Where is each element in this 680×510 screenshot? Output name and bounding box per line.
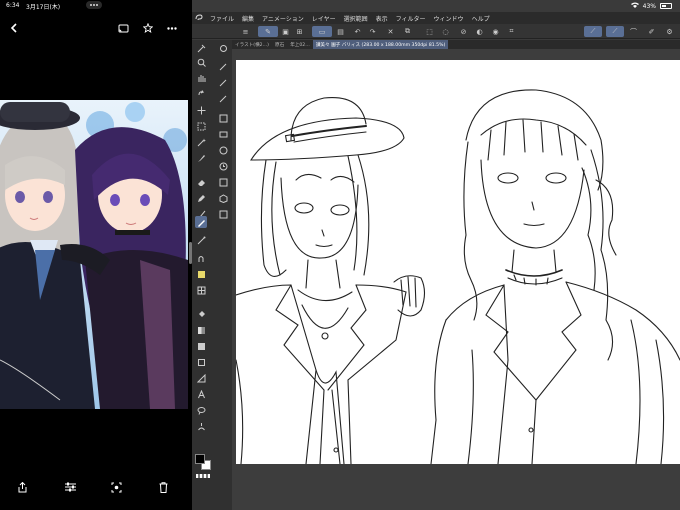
hand-tool-icon[interactable] <box>195 72 207 84</box>
folder-cmd-icon[interactable]: ▭ <box>312 26 332 37</box>
layer-panel-icon[interactable] <box>217 112 229 124</box>
layer-cmd-icon[interactable]: ▣ <box>280 26 291 37</box>
anime-illustration-photo[interactable] <box>0 100 188 409</box>
pencil-sub-icon[interactable] <box>217 76 229 88</box>
status-date: 3月17日(木) <box>26 4 61 11</box>
vector-icon[interactable]: ⌒ <box>628 26 639 37</box>
tool-palette <box>192 40 232 510</box>
tab-1[interactable]: イラスト(横2…) <box>232 40 272 49</box>
lens-icon[interactable] <box>109 480 123 494</box>
tab-3[interactable]: 年上02… <box>287 40 313 49</box>
sub-view-icon[interactable] <box>217 208 229 220</box>
battery-icon <box>660 3 672 9</box>
select-tool-icon[interactable] <box>195 120 207 132</box>
multitasking-dots[interactable] <box>86 1 102 9</box>
save-icon[interactable]: ▤ <box>335 26 346 37</box>
undo-icon[interactable]: ↶ <box>352 26 363 37</box>
hamburger-menu-icon[interactable]: ≡ <box>240 26 251 37</box>
wifi-icon <box>630 2 639 10</box>
magic-wand-tool-icon[interactable] <box>195 136 207 148</box>
drawing-app: ファイル 編集 アニメーション レイヤー 選択範囲 表示 フィルター ウィンドウ… <box>192 0 680 510</box>
menu-file[interactable]: ファイル <box>206 14 238 23</box>
balloon-tool-icon[interactable] <box>195 404 207 416</box>
crop-icon[interactable]: ⌗ <box>506 26 517 37</box>
transparent-color-icon[interactable] <box>196 474 210 478</box>
airbrush-tool-icon[interactable] <box>195 216 207 228</box>
menu-selection[interactable]: 選択範囲 <box>340 14 372 23</box>
menu-window[interactable]: ウィンドウ <box>430 14 468 23</box>
deselect-icon[interactable]: ⊘ <box>458 26 469 37</box>
command-bar: ≡ ✎ ▣ ⊞ ▭ ▤ ↶ ↷ ✕ ⧉ ⬚ ◌ ⊘ ◐ ◉ ⌗ ⟋ ⟋ ⌒ ✐ … <box>192 24 680 39</box>
menu-edit[interactable]: 編集 <box>238 14 258 23</box>
adjust-icon[interactable] <box>63 480 77 494</box>
status-bar: 6:34 3月17日(木) 43% <box>0 0 680 12</box>
menu-layer[interactable]: レイヤー <box>308 14 340 23</box>
3d-icon[interactable] <box>217 192 229 204</box>
eraser-tool-icon[interactable] <box>195 176 207 188</box>
menu-help[interactable]: ヘルプ <box>468 14 494 23</box>
share-icon[interactable] <box>16 480 28 494</box>
brush-cmd-icon[interactable]: ✎ <box>258 26 278 37</box>
redo-icon[interactable]: ↷ <box>367 26 378 37</box>
app-logo-icon[interactable] <box>192 12 206 24</box>
battery-percent: 43% <box>642 2 656 10</box>
frame-tool-icon[interactable] <box>195 340 207 352</box>
tab-2[interactable]: 原石 <box>272 40 287 49</box>
status-time: 6:34 <box>6 2 20 9</box>
navigator-icon[interactable] <box>217 128 229 140</box>
ruler-snap-icon[interactable]: ⟋ <box>584 26 602 37</box>
menu-filter[interactable]: フィルター <box>392 14 430 23</box>
text-tool-icon[interactable] <box>195 388 207 400</box>
drawing-canvas[interactable] <box>236 60 680 464</box>
menu-animation[interactable]: アニメーション <box>258 14 308 23</box>
correction-tool-icon[interactable] <box>195 420 207 432</box>
sub-tool-icon[interactable] <box>217 42 229 54</box>
pencil-tool-icon[interactable] <box>195 192 207 204</box>
edit-icon[interactable]: ✐ <box>646 26 657 37</box>
fill-icon[interactable]: ◉ <box>490 26 501 37</box>
zoom-tool-icon[interactable] <box>195 56 207 68</box>
status-right: 43% <box>630 2 672 10</box>
menu-bar: ファイル 編集 アニメーション レイヤー 選択範囲 表示 フィルター ウィンドウ… <box>192 12 680 24</box>
pen-tool-icon[interactable] <box>195 152 207 164</box>
move-tool-icon[interactable] <box>195 104 207 116</box>
history-icon[interactable] <box>217 160 229 172</box>
menu-view[interactable]: 表示 <box>372 14 392 23</box>
color-swatch-tool-icon[interactable] <box>195 268 207 280</box>
tab-active[interactable]: 讃美々 園子 バリィス (283.00 x 188.00mm 350dpi 81… <box>312 40 449 49</box>
perspective-snap-icon[interactable]: ⟋ <box>606 26 624 37</box>
material-icon[interactable] <box>217 176 229 188</box>
viewer-bottom-bar <box>0 478 190 498</box>
ruler-tool-icon[interactable] <box>195 372 207 384</box>
eyedropper-tool-icon[interactable] <box>195 42 207 54</box>
main-color-swatch[interactable] <box>195 454 205 464</box>
blend-tool-icon[interactable] <box>195 252 207 264</box>
shape-tool-icon[interactable] <box>195 356 207 368</box>
invert-icon[interactable]: ◐ <box>474 26 485 37</box>
decoration-tool-icon[interactable] <box>195 234 207 246</box>
pen-sub-icon[interactable] <box>217 60 229 72</box>
clear-icon[interactable]: ✕ <box>385 26 396 37</box>
grid-cmd-icon[interactable]: ⊞ <box>294 26 305 37</box>
rotate-tool-icon[interactable] <box>195 88 207 100</box>
canvas-area <box>232 49 680 510</box>
fill-tool-icon[interactable] <box>195 308 207 320</box>
screen: 6:34 3月17日(木) 43% ファイル 編集 アニメーション レイヤー 選… <box>0 0 680 510</box>
transform-icon[interactable]: ⧉ <box>402 26 413 37</box>
figure-tool-icon[interactable] <box>195 284 207 296</box>
brush-sub-icon[interactable] <box>217 92 229 104</box>
gradient-tool-icon[interactable] <box>195 324 207 336</box>
color-wheel-icon[interactable] <box>217 144 229 156</box>
cast-icon[interactable] <box>117 22 129 34</box>
document-tabs: イラスト(横2…) 原石 年上02… 讃美々 園子 バリィス (283.00 x… <box>232 40 680 49</box>
star-icon[interactable] <box>142 22 154 34</box>
settings-icon[interactable]: ⚙ <box>664 26 675 37</box>
photo-viewer <box>0 0 190 510</box>
more-icon[interactable] <box>166 22 178 34</box>
trash-icon[interactable] <box>157 480 169 494</box>
viewer-top-bar <box>0 14 190 40</box>
select-icon[interactable]: ⬚ <box>424 26 435 37</box>
chevron-left-icon[interactable] <box>8 22 20 34</box>
lasso-icon[interactable]: ◌ <box>440 26 451 37</box>
